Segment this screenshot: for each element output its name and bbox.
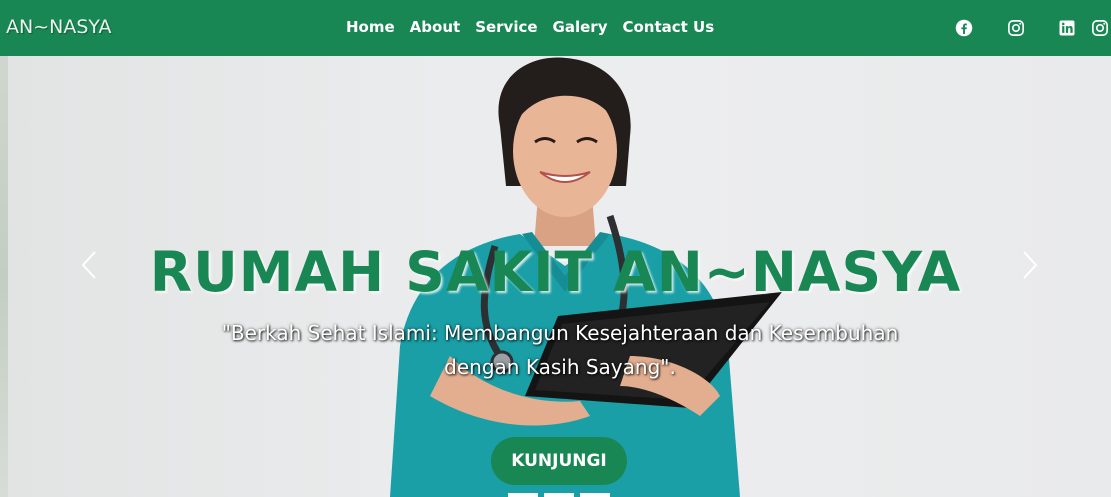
navbar: AN~NASYA Home About Service Galery Conta… [0, 0, 1111, 56]
social-links [921, 19, 1111, 39]
nav-menu: Home About Service Galery Contact Us [346, 18, 729, 36]
instagram-icon[interactable] [1007, 19, 1025, 37]
nav-link-contact[interactable]: Contact Us [622, 18, 714, 36]
brand-logo[interactable]: AN~NASYA [6, 16, 112, 38]
linkedin-icon[interactable] [1058, 19, 1076, 37]
nav-link-home[interactable]: Home [346, 18, 395, 36]
facebook-icon[interactable] [955, 19, 973, 37]
hero-carousel: RUMAH SAKIT AN~NASYA "Berkah Sehat Islam… [0, 56, 1111, 497]
nav-link-about[interactable]: About [410, 18, 461, 36]
nav-link-galery[interactable]: Galery [553, 18, 608, 36]
instagram-icon[interactable] [1091, 19, 1109, 37]
slide-indicator-1[interactable] [508, 493, 538, 497]
slide-indicator-3[interactable] [580, 493, 610, 497]
slide-indicators [508, 493, 610, 497]
visit-button[interactable]: KUNJUNGI [491, 437, 627, 485]
slide-indicator-2[interactable] [544, 493, 574, 497]
hero-tagline: "Berkah Sehat Islami: Membangun Kesejaht… [221, 321, 899, 379]
nav-link-service[interactable]: Service [475, 18, 537, 36]
hero-title: RUMAH SAKIT AN~NASYA [149, 240, 962, 304]
